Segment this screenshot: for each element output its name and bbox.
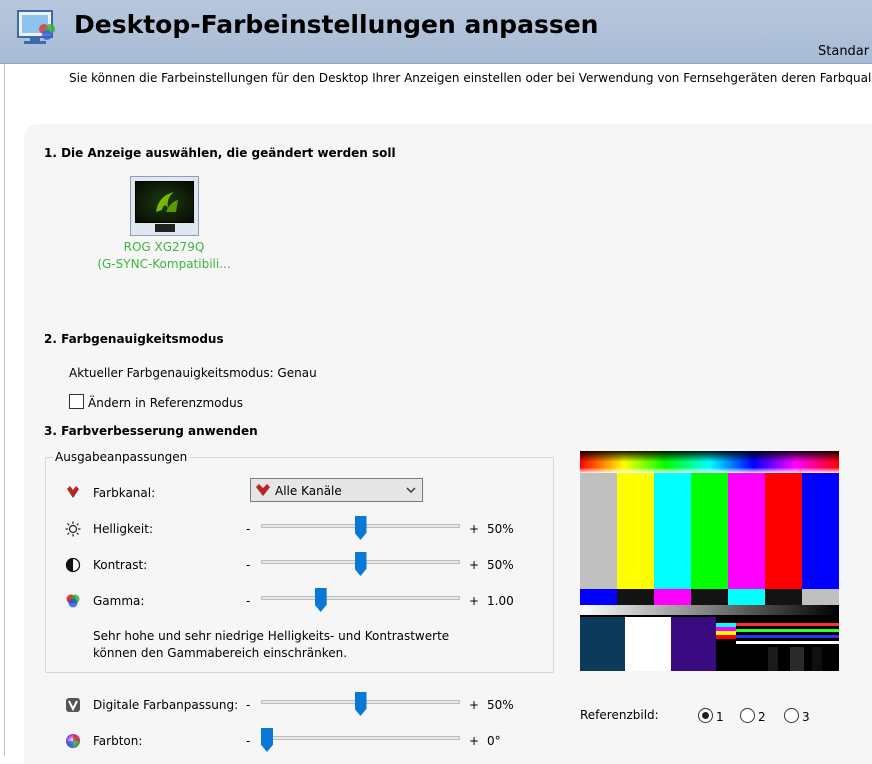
display-select-button[interactable] xyxy=(130,176,199,236)
page-header: Desktop-Farbeinstellungen anpassen Stand… xyxy=(0,0,872,64)
brightness-value: 50% xyxy=(487,522,514,536)
contrast-value: 50% xyxy=(487,558,514,572)
color-channel-icon xyxy=(67,486,79,498)
gamma-plus: + xyxy=(469,594,480,608)
current-mode-text: Aktueller Farbgenauigkeitsmodus: Genau xyxy=(69,366,317,380)
reference-mode-label[interactable]: Ändern in Referenzmodus xyxy=(88,396,243,410)
contrast-icon xyxy=(65,557,81,573)
channel-dropdown[interactable]: Alle Kanäle xyxy=(250,478,423,502)
reference-radio-3[interactable] xyxy=(784,708,799,723)
display-detail[interactable]: (G-SYNC-Kompatibili... xyxy=(96,257,232,271)
gamma-value: 1.00 xyxy=(487,594,514,608)
hue-minus: - xyxy=(246,734,251,748)
intro-text: Sie können die Farbeinstellungen für den… xyxy=(69,71,872,85)
hue-plus: + xyxy=(469,734,480,748)
vibrance-value: 50% xyxy=(487,698,514,712)
gamma-icon xyxy=(66,594,80,608)
vibrance-plus: + xyxy=(469,698,480,712)
contrast-label: Kontrast: xyxy=(93,558,148,572)
contrast-minus: - xyxy=(246,558,251,572)
reference-label: Referenzbild: xyxy=(580,708,659,722)
channel-label: Farbkanal: xyxy=(93,486,156,500)
hue-label: Farbton: xyxy=(93,734,143,748)
group-title: Ausgabeanpassungen xyxy=(53,450,190,464)
reference-radio-1[interactable] xyxy=(698,708,713,723)
reference-mode-checkbox[interactable] xyxy=(69,394,84,409)
brightness-plus: + xyxy=(469,522,480,536)
page-title: Desktop-Farbeinstellungen anpassen xyxy=(74,10,599,39)
brightness-icon xyxy=(65,521,81,537)
section3-title: 3. Farbverbesserung anwenden xyxy=(44,424,258,438)
hue-icon xyxy=(66,734,80,748)
note-line-1: Sehr hohe und sehr niedrige Helligkeits-… xyxy=(93,629,450,643)
reference-test-pattern xyxy=(580,451,839,671)
gamma-label: Gamma: xyxy=(93,594,145,608)
brightness-label: Helligkeit: xyxy=(93,522,154,536)
vibrance-label: Digitale Farbanpassung: xyxy=(93,698,239,712)
nvidia-logo-icon xyxy=(156,192,178,212)
reference-radio-1-label[interactable]: 1 xyxy=(716,710,724,724)
digital-vibrance-icon xyxy=(66,698,80,712)
reference-radio-2-label[interactable]: 2 xyxy=(758,710,766,724)
header-right-link[interactable]: Standar xyxy=(818,44,869,59)
channel-dropdown-icon xyxy=(256,484,270,496)
vibrance-minus: - xyxy=(246,698,251,712)
section2-title: 2. Farbgenauigkeitsmodus xyxy=(44,332,224,346)
reference-radio-2[interactable] xyxy=(740,708,755,723)
channel-dropdown-value: Alle Kanäle xyxy=(275,484,342,498)
display-settings-icon xyxy=(17,10,55,44)
reference-radio-3-label[interactable]: 3 xyxy=(802,710,810,724)
note-line-2: können den Gammabereich einschränken. xyxy=(93,646,348,660)
gamma-slider-track[interactable] xyxy=(261,596,460,600)
hue-value: 0° xyxy=(487,734,501,748)
monitor-stand xyxy=(155,224,175,232)
monitor-screen xyxy=(135,181,194,223)
brightness-minus: - xyxy=(246,522,251,536)
section1-title: 1. Die Anzeige auswählen, die geändert w… xyxy=(44,146,396,160)
hue-slider-track[interactable] xyxy=(261,736,460,740)
display-name[interactable]: ROG XG279Q xyxy=(96,240,232,254)
chevron-down-icon xyxy=(406,487,416,493)
gamma-minus: - xyxy=(246,594,251,608)
contrast-plus: + xyxy=(469,558,480,572)
left-divider xyxy=(4,64,5,756)
